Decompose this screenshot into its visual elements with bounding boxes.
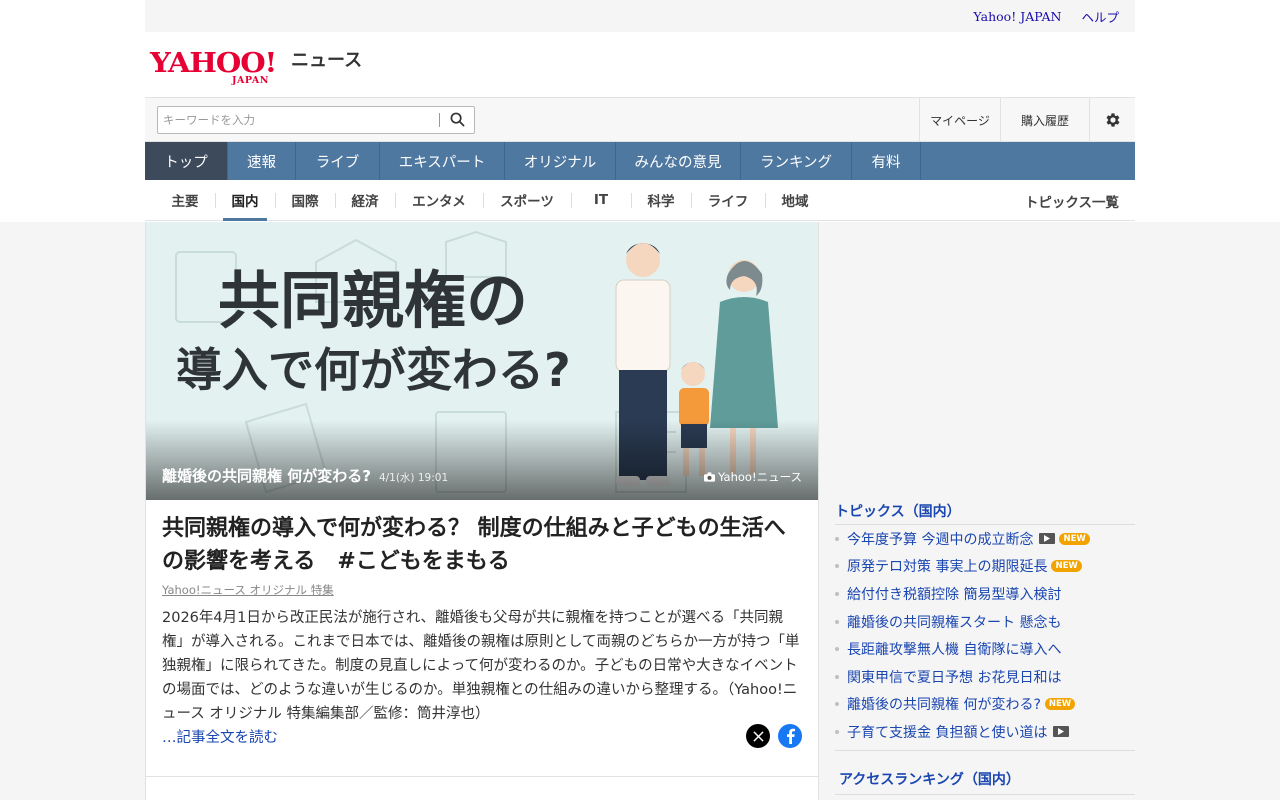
bullet-icon <box>835 729 839 734</box>
ranking-heading[interactable]: アクセスランキング（国内） <box>835 765 1135 795</box>
hero-gradient <box>146 420 818 500</box>
purchase-history-link[interactable]: 購入履歴 <box>1000 98 1089 142</box>
logo-row: YAHOO! JAPAN ニュース <box>145 32 1135 98</box>
new-badge: NEW <box>1051 560 1082 573</box>
bullet-icon <box>835 591 839 596</box>
topic-item[interactable]: 離婚後の共同親権スタート 懸念も <box>835 608 1135 636</box>
hero-caption-title: 離婚後の共同親権 何が変わる? <box>162 467 371 485</box>
search-icon <box>450 112 464 127</box>
hero-caption[interactable]: 離婚後の共同親権 何が変わる? 4/1(水) 19:01 <box>162 465 448 486</box>
mypage-link[interactable]: マイページ <box>919 98 1000 142</box>
hero-graphic-line2: 導入で何が変わる? <box>176 343 571 397</box>
topic-item[interactable]: 離婚後の共同親権 何が変わる? NEW <box>835 691 1135 719</box>
nav-ranking[interactable]: ランキング <box>741 142 852 180</box>
settings-button[interactable] <box>1089 98 1135 142</box>
nav-live[interactable]: ライブ <box>296 142 380 180</box>
article-footer: …記事全文を読む <box>162 724 802 748</box>
topics-heading[interactable]: トピックス（国内） <box>835 498 1135 525</box>
search-button[interactable] <box>440 107 474 133</box>
topic-title: 今年度予算 今週中の成立断念 <box>847 531 1034 548</box>
topic-title: 離婚後の共同親権 何が変わる? <box>847 697 1041 714</box>
bullet-icon <box>835 647 839 652</box>
nav-top[interactable]: トップ <box>145 142 228 180</box>
bullet-icon <box>835 564 839 569</box>
ad-space <box>819 222 1135 498</box>
topic-item[interactable]: 給付付き税額控除 簡易型導入検討 <box>835 580 1135 608</box>
topics-list-link[interactable]: トピックス一覧 <box>1025 180 1119 221</box>
hero-image[interactable]: 共同親権の 導入で何が変わる? 離婚後の共同親権 何が変わる? 4/1(水) 1… <box>146 222 818 500</box>
category-it[interactable]: IT <box>571 180 631 221</box>
header: Yahoo! JAPAN ヘルプ YAHOO! JAPAN ニュース マ <box>145 0 1135 221</box>
category-local[interactable]: 地域 <box>765 180 825 221</box>
news-wordmark: ニュース <box>291 49 363 71</box>
main-column: 共同親権の 導入で何が変わる? 離婚後の共同親権 何が変わる? 4/1(水) 1… <box>145 222 819 800</box>
share-facebook-button[interactable] <box>778 724 802 748</box>
share-buttons <box>746 724 802 748</box>
article-headline[interactable]: 共同親権の導入で何が変わる？ 制度の仕組みと子どもの生活への影響を考える #こど… <box>162 512 802 578</box>
video-icon <box>1039 533 1056 545</box>
category-main[interactable]: 主要 <box>155 180 215 221</box>
topic-title: 関東甲信で夏日予想 お花見日和は <box>847 669 1062 686</box>
bullet-icon <box>835 702 839 707</box>
bullet-icon <box>835 674 839 679</box>
sidebar: トピックス（国内） 今年度予算 今週中の成立断念 NEW 原発テロ対策 事実上の期限… <box>819 222 1135 800</box>
category-life[interactable]: ライフ <box>691 180 765 221</box>
category-world[interactable]: 国際 <box>275 180 335 221</box>
video-icon <box>1053 726 1070 738</box>
main-nav: トップ 速報 ライブ エキスパート オリジナル みんなの意見 ランキング 有料 <box>145 142 1135 180</box>
category-economy[interactable]: 経済 <box>335 180 395 221</box>
topics-list: 今年度予算 今週中の成立断念 NEW 原発テロ対策 事実上の期限延長 NEW 給付付き税… <box>835 525 1135 751</box>
topic-title: 子育て支援金 負担額と使い道は <box>847 724 1048 741</box>
topic-item[interactable]: 長距離攻撃無人機 自衛隊に導入へ <box>835 635 1135 663</box>
japan-wordmark: JAPAN <box>232 74 269 86</box>
article-byline[interactable]: Yahoo!ニュース オリジナル 特集 <box>162 582 802 598</box>
bullet-icon <box>835 536 839 541</box>
topic-item[interactable]: 関東甲信で夏日予想 お花見日和は <box>835 663 1135 691</box>
topic-title: 給付付き税額控除 簡易型導入検討 <box>847 586 1062 603</box>
nav-expert[interactable]: エキスパート <box>380 142 505 180</box>
category-nav: 主要 国内 国際 経済 エンタメ スポーツ IT 科学 ライフ 地域 トピックス… <box>145 180 1135 221</box>
article-divider <box>146 776 818 777</box>
yahoo-logo: YAHOO! JAPAN <box>150 48 287 86</box>
nav-paid[interactable]: 有料 <box>852 142 921 180</box>
article-block: 共同親権の導入で何が変わる？ 制度の仕組みと子どもの生活への影響を考える #こど… <box>146 500 818 748</box>
nav-original[interactable]: オリジナル <box>505 142 616 180</box>
yahoo-news-logo[interactable]: YAHOO! JAPAN ニュース <box>150 46 363 86</box>
x-icon <box>752 730 764 742</box>
bullet-icon <box>835 619 839 624</box>
hero-credit: Yahoo!ニュース <box>704 469 802 485</box>
article-summary: 2026年4月1日から改正民法が施行され、離婚後も父母が共に親権を持つことが選べ… <box>162 610 800 722</box>
yahoo-japan-link[interactable]: Yahoo! JAPAN <box>973 9 1061 24</box>
nav-opinions[interactable]: みんなの意見 <box>616 142 741 180</box>
facebook-icon <box>787 728 795 744</box>
hero-credit-text: Yahoo!ニュース <box>718 470 802 484</box>
search-row: マイページ 購入履歴 <box>145 98 1135 142</box>
topic-title: 長距離攻撃無人機 自衛隊に導入へ <box>847 642 1062 659</box>
nav-breaking[interactable]: 速報 <box>228 142 296 180</box>
category-entertainment[interactable]: エンタメ <box>395 180 483 221</box>
search-input[interactable] <box>158 106 439 133</box>
page: Yahoo! JAPAN ヘルプ YAHOO! JAPAN ニュース マ <box>0 0 1280 800</box>
new-badge: NEW <box>1044 698 1076 711</box>
new-badge: NEW <box>1059 532 1090 545</box>
topic-title: 原発テロ対策 事実上の期限延長 <box>847 559 1048 576</box>
topic-item[interactable]: 原発テロ対策 事実上の期限延長 NEW <box>835 553 1135 581</box>
hero-caption-date: 4/1(水) 19:01 <box>378 472 449 484</box>
category-domestic[interactable]: 国内 <box>215 180 275 221</box>
utility-bar: Yahoo! JAPAN ヘルプ <box>145 0 1135 32</box>
search-box <box>157 105 475 134</box>
header-links: マイページ 購入履歴 <box>919 98 1135 142</box>
camera-icon <box>704 472 716 482</box>
gear-icon <box>1106 113 1119 127</box>
share-x-button[interactable] <box>746 724 770 748</box>
topic-title: 離婚後の共同親権スタート 懸念も <box>847 614 1062 631</box>
topic-item[interactable]: 子育て支援金 負担額と使い道は <box>835 718 1135 746</box>
help-link[interactable]: ヘルプ <box>1081 7 1119 26</box>
hero-graphic-line1: 共同親権の <box>218 264 528 337</box>
read-more-link[interactable]: …記事全文を読む <box>162 726 278 747</box>
topic-item[interactable]: 今年度予算 今週中の成立断念 NEW <box>835 525 1135 553</box>
category-science[interactable]: 科学 <box>631 180 691 221</box>
category-sports[interactable]: スポーツ <box>483 180 571 221</box>
